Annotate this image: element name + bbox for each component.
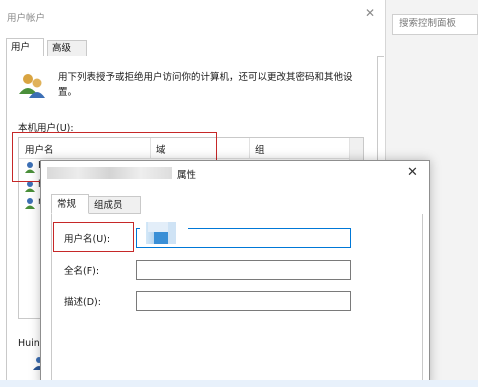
- column-divider: [249, 138, 250, 158]
- search-input[interactable]: [399, 18, 475, 29]
- search-box[interactable]: [392, 14, 478, 35]
- taskbar-edge: [0, 380, 478, 387]
- users-description: 用下列表授予或拒绝用户访问你的计算机，还可以更改其密码和其他设置。: [58, 72, 353, 98]
- fullname-label: 全名(F):: [64, 266, 100, 277]
- column-header-group[interactable]: 组: [255, 142, 265, 156]
- close-icon[interactable]: ✕: [365, 6, 375, 20]
- redacted-username-value: [148, 222, 168, 232]
- tab-general[interactable]: 常规: [51, 194, 89, 214]
- description-field[interactable]: [136, 291, 351, 311]
- close-icon[interactable]: ✕: [407, 165, 418, 180]
- user-icon: [25, 198, 35, 209]
- dialog-title: 属性: [177, 170, 197, 181]
- window-title: 用户帐户: [7, 13, 46, 24]
- redacted-username: [47, 167, 172, 179]
- properties-tabs: 常规 组成员: [51, 194, 421, 215]
- tab-users[interactable]: 用户: [6, 38, 44, 57]
- fullname-field[interactable]: [136, 260, 351, 280]
- highlight-box-username: [53, 222, 134, 252]
- tab-advanced[interactable]: 高级: [47, 40, 87, 57]
- user-accounts-tabs: 用户 高级: [6, 38, 384, 57]
- tab-member-of[interactable]: 组成员: [89, 196, 141, 214]
- description-label: 描述(D):: [64, 297, 101, 308]
- users-icon: [19, 74, 45, 98]
